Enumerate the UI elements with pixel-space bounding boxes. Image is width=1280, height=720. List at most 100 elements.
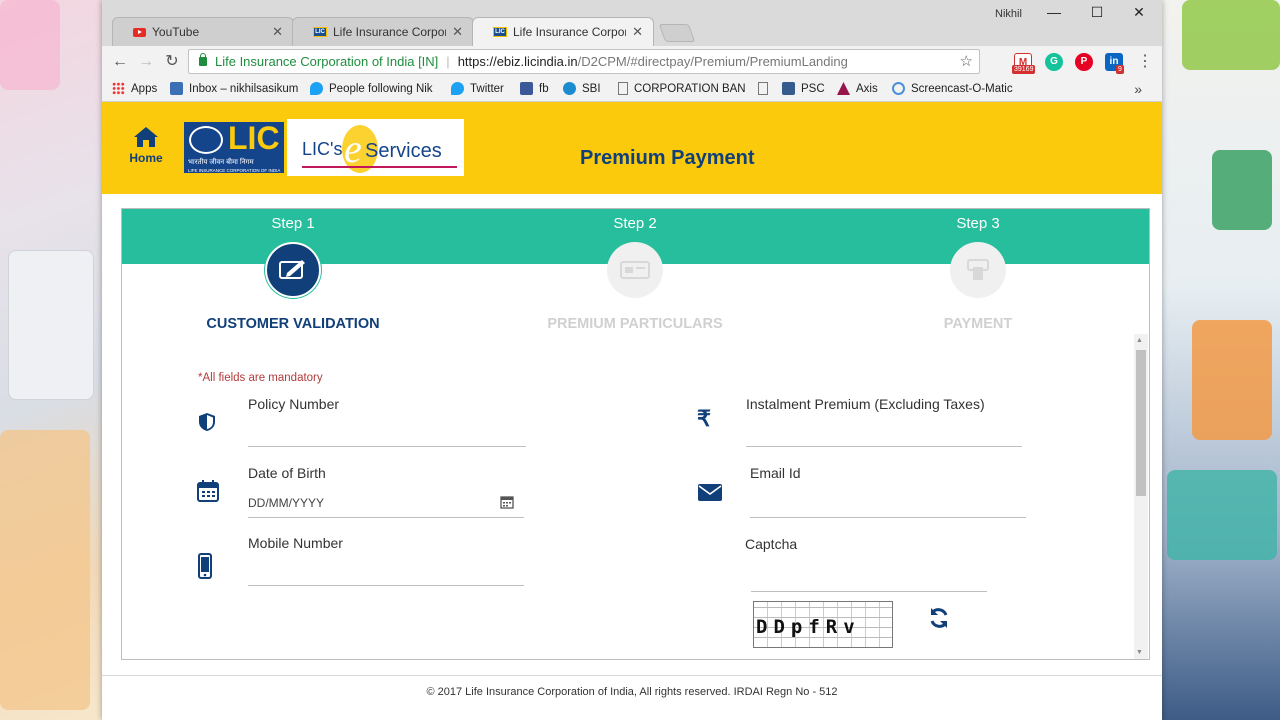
- menu-kebab-icon[interactable]: ⋮: [1135, 52, 1155, 72]
- wallpaper-swatch: [1167, 470, 1277, 560]
- site-identity[interactable]: Life Insurance Corporation of India [IN]: [215, 54, 438, 69]
- page-footer: © 2017 Life Insurance Corporation of Ind…: [102, 675, 1162, 720]
- instalment-premium-input[interactable]: [746, 446, 1022, 447]
- bookmark-label: fb: [539, 82, 549, 95]
- reload-icon[interactable]: ↻: [162, 52, 182, 72]
- twitter-icon: [451, 82, 464, 95]
- url-path: /D2CPM/#directpay/Premium/PremiumLanding: [577, 54, 848, 69]
- lic-emblem-icon: [189, 126, 223, 154]
- scroll-down-icon[interactable]: ▼: [1136, 649, 1143, 656]
- bookmark-corporation-bank[interactable]: CORPORATION BANK: [618, 82, 746, 95]
- bookmark-label: SBI: [582, 82, 601, 95]
- close-icon[interactable]: ✕: [632, 24, 643, 40]
- close-icon[interactable]: ✕: [452, 24, 463, 40]
- bookmark-axis[interactable]: Axis: [837, 82, 878, 95]
- back-icon[interactable]: ←: [110, 52, 130, 72]
- close-window-button[interactable]: ✕: [1119, 4, 1159, 26]
- date-of-birth-underline: [248, 517, 524, 518]
- form-scrollbar[interactable]: ▲ ▼: [1134, 334, 1148, 659]
- twitter-icon: [310, 82, 323, 95]
- wallpaper-swatch: [1212, 150, 1272, 230]
- bookmark-inbox[interactable]: Inbox – nikhilsasikum: [170, 82, 300, 95]
- wallpaper-swatch: [1192, 320, 1272, 440]
- grammarly-icon[interactable]: G: [1045, 53, 1063, 71]
- instalment-premium-field[interactable]: Instalment Premium (Excluding Taxes): [746, 396, 1022, 448]
- lic-logo-subtitle: LIFE INSURANCE CORPORATION OF INDIA: [188, 168, 281, 173]
- payment-terminal-icon: [950, 242, 1006, 298]
- screencast-icon: [892, 82, 905, 95]
- tab-lic-1[interactable]: LIC Life Insurance Corporatio ✕: [292, 17, 474, 46]
- home-icon: [134, 127, 158, 147]
- lic-eservices-logo[interactable]: LIC भारतीय जीवन बीमा निगम LIFE INSURANCE…: [181, 119, 464, 176]
- date-of-birth-input[interactable]: DD/MM/YYYY: [248, 496, 324, 510]
- email-id-input[interactable]: [750, 517, 1026, 518]
- address-bar[interactable]: Life Insurance Corporation of India [IN]…: [188, 49, 980, 74]
- bookmark-star-icon[interactable]: ☆: [960, 52, 973, 70]
- profile-name[interactable]: Nikhil: [995, 8, 1022, 20]
- lic-icon: LIC: [313, 27, 327, 37]
- lic-icon: LIC: [493, 27, 507, 37]
- tab-youtube[interactable]: YouTube ✕: [112, 17, 294, 46]
- step-1: Step 1 CUSTOMER VALIDATION: [143, 209, 443, 332]
- lic-logo-text: LIC: [228, 120, 280, 156]
- eservices-suffix: Services: [365, 140, 442, 162]
- scroll-up-icon[interactable]: ▲: [1136, 337, 1143, 344]
- step-label: Step 2: [613, 215, 657, 232]
- more-bookmarks-icon[interactable]: »: [1134, 81, 1142, 97]
- refresh-captcha-icon[interactable]: [928, 607, 950, 629]
- tab-lic-active[interactable]: LIC Life Insurance Corporatio ✕: [472, 17, 654, 46]
- receipt-icon: [607, 242, 663, 298]
- mobile-number-field[interactable]: Mobile Number: [248, 535, 524, 587]
- step-label: Step 1: [271, 215, 315, 232]
- desktop-wallpaper-right: [1162, 0, 1280, 720]
- eservices-logo: LIC's e Services: [302, 125, 462, 173]
- policy-number-label: Policy Number: [248, 396, 340, 412]
- policy-number-field[interactable]: Policy Number: [248, 396, 526, 448]
- wallpaper-keyboard: [8, 250, 94, 400]
- wallpaper-swatch: [0, 0, 60, 90]
- bookmark-twitter[interactable]: Twitter: [451, 82, 504, 95]
- email-id-field[interactable]: Email Id: [750, 465, 1026, 519]
- bookmark-fb[interactable]: fb: [520, 82, 549, 95]
- minimize-button[interactable]: —: [1034, 4, 1074, 26]
- shield-icon: [199, 413, 215, 431]
- calendar-icon: [197, 480, 219, 502]
- eservices-prefix: LIC's: [302, 139, 343, 159]
- bookmark-sbi[interactable]: SBI: [563, 82, 601, 95]
- tab-title: Life Insurance Corporatio: [333, 25, 446, 39]
- bookmark-label: Apps: [131, 82, 158, 95]
- datepicker-icon[interactable]: [500, 495, 514, 509]
- tab-title: Life Insurance Corporatio: [513, 25, 626, 39]
- home-label: Home: [129, 151, 163, 165]
- mandatory-note: *All fields are mandatory: [198, 372, 323, 384]
- forward-icon[interactable]: →: [136, 52, 156, 72]
- close-icon[interactable]: ✕: [272, 24, 283, 40]
- url-separator: |: [446, 54, 450, 69]
- page-icon: [758, 82, 768, 95]
- bookmark-screencast[interactable]: Screencast-O-Matic: [892, 82, 1013, 95]
- scroll-thumb[interactable]: [1136, 350, 1146, 496]
- policy-number-input[interactable]: [248, 446, 526, 447]
- bookmark-untitled[interactable]: [758, 82, 774, 95]
- lock-icon: [199, 53, 207, 66]
- instalment-premium-label: Instalment Premium (Excluding Taxes): [746, 396, 985, 412]
- wallpaper-swatch: [0, 430, 90, 710]
- pinterest-icon[interactable]: P: [1075, 53, 1093, 71]
- lic-logo-hindi: भारतीय जीवन बीमा निगम: [188, 159, 254, 166]
- new-tab-button[interactable]: [658, 24, 696, 42]
- captcha-field[interactable]: Captcha: [745, 536, 987, 592]
- bookmark-label: PSC: [801, 82, 825, 95]
- home-button[interactable]: Home: [124, 126, 168, 165]
- captcha-input[interactable]: [751, 591, 987, 592]
- maximize-button[interactable]: ☐: [1077, 4, 1117, 26]
- step-2: Step 2 PREMIUM PARTICULARS: [485, 209, 785, 332]
- bookmark-apps[interactable]: Apps: [112, 82, 157, 95]
- mobile-number-input[interactable]: [248, 585, 524, 586]
- page-icon: [618, 82, 628, 95]
- desktop-wallpaper-left: [0, 0, 102, 720]
- lic-logo: LIC भारतीय जीवन बीमा निगम LIFE INSURANCE…: [181, 119, 287, 176]
- bookmark-psc[interactable]: PSC: [782, 82, 825, 95]
- date-of-birth-field[interactable]: Date of Birth DD/MM/YYYY: [248, 465, 524, 519]
- bookmark-label: Inbox – nikhilsasikum: [189, 82, 299, 95]
- bookmark-people-following[interactable]: People following Nik: [310, 82, 440, 95]
